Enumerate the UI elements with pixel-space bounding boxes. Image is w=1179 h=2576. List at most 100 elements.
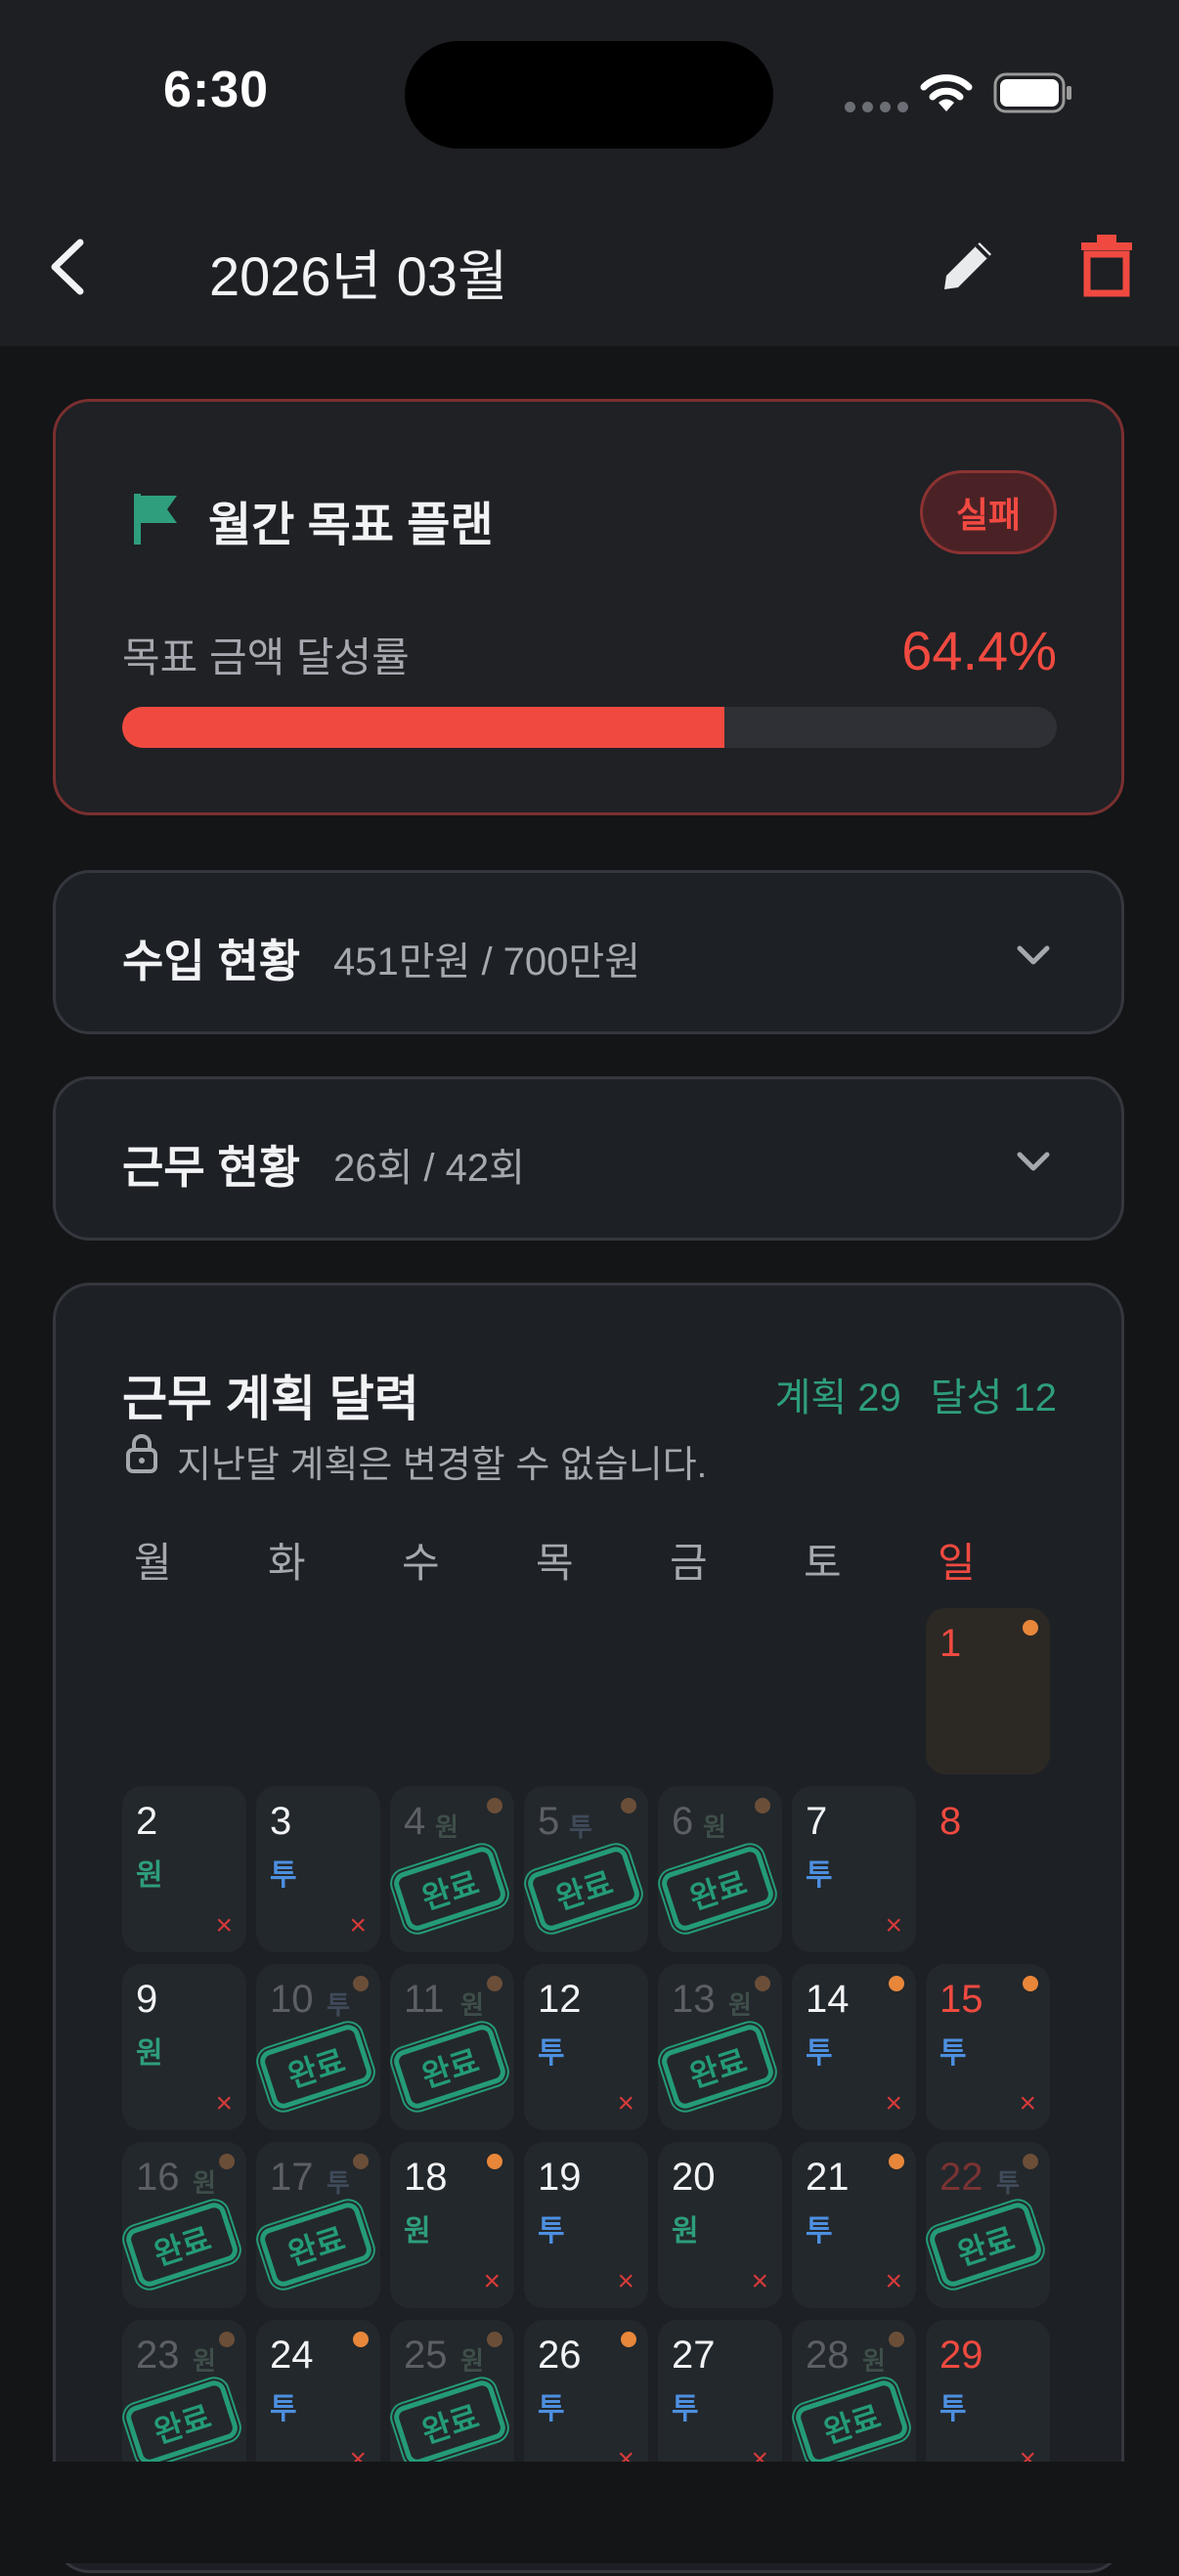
calendar-day[interactable]: 7 투 ×	[792, 1786, 916, 1952]
plan-label: 투	[327, 1990, 350, 2020]
fail-x-icon: ×	[1019, 2087, 1036, 2119]
day-number: 5	[538, 1800, 560, 1843]
schedule-dot	[219, 2332, 235, 2347]
bottom-safe-area	[0, 2462, 1179, 2563]
calendar-day[interactable]: 17 투 완료	[252, 2142, 380, 2308]
cellular-signal-icon	[845, 102, 908, 112]
status-bar: 6:30	[0, 0, 1179, 196]
schedule-dot	[889, 2154, 904, 2169]
rate-value: 64.4%	[901, 620, 1057, 681]
schedule-dot	[889, 2332, 904, 2347]
plan-label: 원	[193, 2168, 216, 2198]
schedule-dot	[487, 1976, 502, 1991]
weekday-label: 금	[670, 1540, 708, 1586]
calendar-day[interactable]: 18 원 ×	[390, 2142, 514, 2308]
achieved-count: 달성 12	[930, 1376, 1057, 1419]
weekday-label: 화	[268, 1540, 306, 1586]
complete-stamp: 완료	[252, 2194, 379, 2295]
calendar-day[interactable]: 16 원 완료	[118, 2142, 246, 2308]
calendar-grid: 1 2 원 × 3 투 × 4 원 완료 5 투 완료 6 원 완료 7 투 × 8 9 원 × 10 투 완료 11 원 완료 12 투 ×…	[118, 1608, 1070, 2576]
day-number: 28	[806, 2334, 850, 2377]
calendar-day[interactable]: 13 원 완료	[654, 1964, 782, 2130]
day-number: 11	[404, 1978, 445, 2021]
plan-label: 투	[672, 2393, 699, 2425]
calendar-day[interactable]: 2 원 ×	[122, 1786, 246, 1952]
calendar-note: 지난달 계획은 변경할 수 없습니다.	[177, 1445, 708, 1486]
fail-x-icon: ×	[617, 2265, 634, 2297]
weekday-header: 월화수목금토일	[122, 1530, 1069, 1589]
complete-stamp: 완료	[386, 2016, 513, 2118]
income-accordion[interactable]: 수입 현황 451만원 / 700만원	[53, 870, 1124, 1034]
day-number: 1	[939, 1622, 962, 1665]
schedule-dot	[889, 1976, 904, 1991]
day-number: 2	[136, 1800, 158, 1843]
day-number: 8	[939, 1800, 962, 1843]
day-number: 13	[672, 1978, 716, 2021]
day-number: 27	[672, 2334, 716, 2377]
chevron-down-icon[interactable]	[1012, 1140, 1055, 1183]
day-number: 10	[270, 1978, 314, 2021]
schedule-dot	[353, 2332, 369, 2347]
plan-label: 투	[270, 1859, 297, 1892]
plan-label: 투	[270, 2393, 297, 2425]
day-number: 29	[939, 2334, 983, 2377]
calendar-day[interactable]: 20 원 ×	[658, 2142, 782, 2308]
plan-label: 투	[996, 2168, 1020, 2198]
calendar-day[interactable]: 19 투 ×	[524, 2142, 648, 2308]
calendar-day[interactable]: 3 투 ×	[256, 1786, 380, 1952]
trash-icon[interactable]	[1077, 231, 1136, 299]
calendar-day[interactable]: 22 투 완료	[922, 2142, 1050, 2308]
schedule-dot	[219, 2154, 235, 2169]
complete-stamp: 완료	[922, 2194, 1049, 2295]
complete-stamp: 완료	[118, 2372, 245, 2473]
calendar-day[interactable]: 4 원 완료	[386, 1786, 514, 1952]
pencil-icon[interactable]	[935, 231, 1003, 299]
calendar-day[interactable]: 10 투 완료	[252, 1964, 380, 2130]
work-accordion[interactable]: 근무 현황 26회 / 42회	[53, 1076, 1124, 1241]
calendar-day[interactable]: 6 원 완료	[654, 1786, 782, 1952]
calendar-day[interactable]: 8	[926, 1786, 1050, 1952]
schedule-dot	[353, 2154, 369, 2169]
calendar-day[interactable]: 9 원 ×	[122, 1964, 246, 2130]
calendar-day[interactable]: 21 투 ×	[792, 2142, 916, 2308]
page-title: 2026년 03월	[209, 245, 508, 307]
day-number: 23	[136, 2334, 180, 2377]
battery-icon	[993, 72, 1071, 113]
status-time: 6:30	[163, 62, 270, 118]
schedule-dot	[621, 1798, 636, 1813]
day-number: 14	[806, 1978, 850, 2021]
schedule-dot	[487, 2332, 502, 2347]
day-number: 17	[270, 2156, 314, 2199]
calendar-day[interactable]: 15 투 ×	[926, 1964, 1050, 2130]
work-title: 근무 현황	[122, 1142, 301, 1193]
day-number: 20	[672, 2156, 716, 2199]
plan-label: 투	[806, 2037, 833, 2070]
lock-icon	[126, 1434, 157, 1473]
complete-stamp: 완료	[386, 2372, 513, 2473]
day-number: 24	[270, 2334, 314, 2377]
wifi-icon	[920, 74, 973, 111]
plan-label: 투	[569, 1812, 592, 1842]
calendar-day[interactable]: 1	[926, 1608, 1050, 1774]
plan-label: 투	[939, 2037, 967, 2070]
fail-x-icon: ×	[885, 2265, 902, 2297]
complete-stamp: 완료	[654, 1838, 781, 1940]
weekday-label: 일	[938, 1540, 976, 1586]
schedule-dot	[755, 1976, 770, 1991]
calendar-day[interactable]: 11 원 완료	[386, 1964, 514, 2130]
chevron-down-icon[interactable]	[1012, 934, 1055, 977]
back-icon[interactable]	[41, 233, 100, 301]
schedule-dot	[621, 2332, 636, 2347]
plan-label: 원	[435, 1812, 458, 1842]
calendar-day[interactable]: 12 투 ×	[524, 1964, 648, 2130]
complete-stamp: 완료	[788, 2372, 915, 2473]
plan-label: 원	[672, 2215, 699, 2248]
calendar-day[interactable]: 14 투 ×	[792, 1964, 916, 2130]
goal-card: 월간 목표 플랜 실패 목표 금액 달성률 64.4%	[53, 399, 1124, 815]
day-number: 22	[939, 2156, 983, 2199]
day-number: 6	[672, 1800, 694, 1843]
calendar-day[interactable]: 5 투 완료	[520, 1786, 648, 1952]
fail-x-icon: ×	[885, 1909, 902, 1942]
day-number: 26	[538, 2334, 582, 2377]
plan-label: 투	[939, 2393, 967, 2425]
